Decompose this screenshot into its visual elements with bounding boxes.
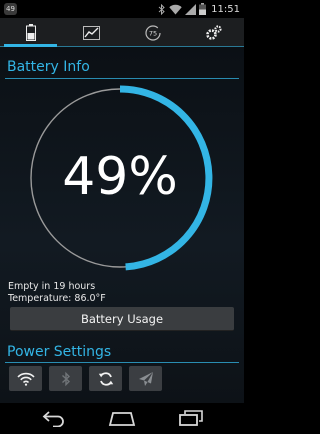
wifi-icon xyxy=(16,372,35,386)
power-toggles xyxy=(9,366,162,391)
airplane-toggle[interactable] xyxy=(129,366,162,391)
title-divider xyxy=(5,362,239,363)
battery-info-title: Battery Info xyxy=(7,59,90,75)
gear-icon xyxy=(205,24,222,40)
wifi-icon xyxy=(169,4,182,14)
home-icon[interactable] xyxy=(108,409,136,427)
tab-battery[interactable] xyxy=(0,18,61,47)
temperature: Temperature: 86.0°F xyxy=(8,293,106,304)
tab-settings[interactable] xyxy=(183,18,244,47)
clock: 11:51 xyxy=(211,3,240,15)
sync-toggle[interactable] xyxy=(89,366,122,391)
history-count: 75 xyxy=(148,29,156,37)
main-content: Battery Info 49% Empty in 19 hours Tempe… xyxy=(0,47,244,403)
bluetooth-icon xyxy=(158,3,165,15)
back-icon[interactable] xyxy=(40,409,68,427)
notification-badge[interactable]: 49 xyxy=(4,3,17,15)
bluetooth-icon xyxy=(61,371,70,386)
chart-icon xyxy=(83,25,100,40)
bluetooth-toggle[interactable] xyxy=(49,366,82,391)
empty-estimate: Empty in 19 hours xyxy=(8,281,96,292)
history-icon: 75 xyxy=(144,24,161,41)
battery-usage-button[interactable]: Battery Usage xyxy=(10,307,234,331)
signal-icon xyxy=(185,3,197,15)
battery-percent: 49% xyxy=(62,147,178,207)
recent-apps-icon[interactable] xyxy=(177,409,205,427)
wifi-toggle[interactable] xyxy=(9,366,42,391)
battery-icon xyxy=(25,24,36,41)
status-icons: 11:51 xyxy=(158,2,240,16)
navigation-bar xyxy=(0,403,244,434)
sync-icon xyxy=(98,371,113,386)
tab-bar: 75 xyxy=(0,18,244,47)
battery-icon xyxy=(199,3,207,15)
tab-history[interactable]: 75 xyxy=(122,18,183,47)
tab-chart[interactable] xyxy=(61,18,122,47)
airplane-icon xyxy=(138,371,153,386)
status-bar: 49 11:51 xyxy=(0,0,244,18)
power-settings-title: Power Settings xyxy=(7,344,112,360)
